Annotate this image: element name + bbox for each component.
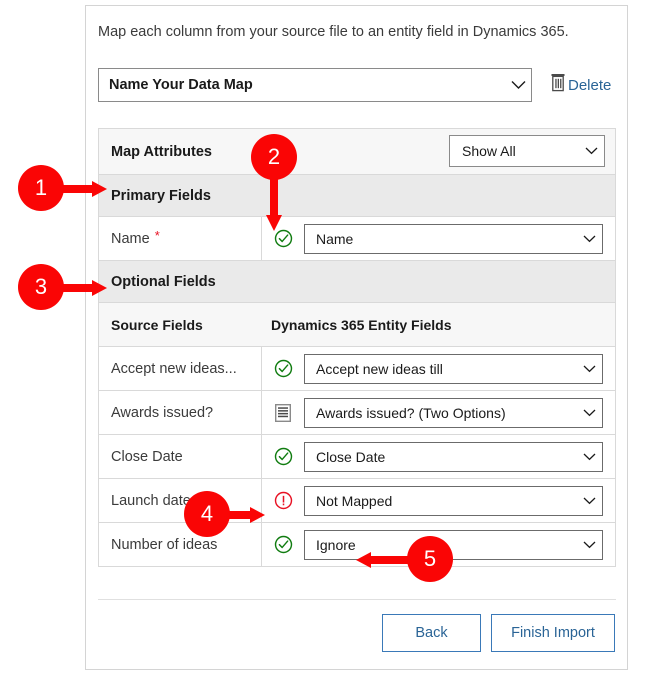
- intro-text: Map each column from your source file to…: [98, 24, 569, 40]
- source-field-name: Number of ideas: [111, 536, 218, 553]
- show-all-filter-value: Show All: [462, 143, 516, 159]
- data-map-name-value: Name Your Data Map: [109, 77, 253, 93]
- target-field-value: Close Date: [316, 448, 386, 465]
- column-header-target: Dynamics 365 Entity Fields: [271, 316, 452, 333]
- source-field-label: Awards issued?: [99, 391, 262, 434]
- back-button[interactable]: Back: [382, 614, 481, 652]
- footer-divider: [98, 599, 616, 600]
- dialog-footer: Back Finish Import: [382, 614, 615, 652]
- required-marker: *: [154, 228, 160, 243]
- map-attributes-label: Map Attributes: [111, 143, 212, 160]
- chevron-down-icon: [576, 541, 602, 549]
- table-row: Awards issued? Awards issued? (Two Option…: [99, 391, 615, 435]
- show-all-filter-select[interactable]: Show All: [449, 135, 605, 167]
- table-row: Name * Name: [99, 217, 615, 261]
- primary-fields-rows: Name * Name: [99, 217, 615, 261]
- table-row: Close Date Close Date: [99, 435, 615, 479]
- optional-fields-label: Optional Fields: [111, 273, 216, 290]
- annotation-arrow-5: [354, 551, 408, 569]
- target-field-value: Accept new ideas till: [316, 360, 443, 377]
- table-row: Launch date Not Mapped: [99, 479, 615, 523]
- target-field-select[interactable]: Not Mapped: [304, 485, 603, 516]
- column-header-row: Source Fields Dynamics 365 Entity Fields: [99, 303, 615, 347]
- source-field-label: Number of ideas: [99, 523, 262, 566]
- source-field-label: Accept new ideas...: [99, 347, 262, 390]
- target-field-value: Awards issued? (Two Options): [316, 404, 506, 421]
- annotation-badge-5: 5: [407, 536, 453, 582]
- target-field-value: Name: [316, 230, 354, 247]
- error-circle-icon: [262, 491, 304, 510]
- annotation-badge-2: 2: [251, 134, 297, 180]
- primary-fields-label: Primary Fields: [111, 187, 211, 204]
- delete-label: Delete: [568, 76, 612, 94]
- section-header-optional-fields: Optional Fields: [99, 261, 615, 303]
- source-field-name: Awards issued?: [111, 404, 214, 421]
- chevron-down-icon: [576, 235, 602, 243]
- finish-import-button[interactable]: Finish Import: [491, 614, 615, 652]
- chevron-down-icon: [578, 147, 604, 155]
- check-circle-icon: [262, 535, 304, 554]
- source-field-name: Launch date: [111, 492, 191, 509]
- map-attributes-header: Map Attributes Show All: [99, 129, 615, 175]
- delete-data-map-button[interactable]: Delete: [550, 73, 611, 97]
- list-options-icon: [262, 403, 304, 422]
- target-field-select[interactable]: Close Date: [304, 441, 603, 472]
- source-field-name: Name: [111, 230, 150, 247]
- target-field-select[interactable]: Accept new ideas till: [304, 353, 603, 384]
- source-field-name: Close Date: [111, 448, 183, 465]
- chevron-down-icon: [576, 453, 602, 461]
- check-circle-icon: [262, 359, 304, 378]
- source-field-name: Accept new ideas...: [111, 360, 237, 377]
- source-field-label: Close Date: [99, 435, 262, 478]
- data-map-name-select[interactable]: Name Your Data Map: [98, 68, 532, 102]
- data-map-name-row: Name Your Data Map Delete: [98, 68, 616, 102]
- table-row: Accept new ideas... Accept new ideas till: [99, 347, 615, 391]
- annotation-badge-4: 4: [184, 491, 230, 537]
- column-header-source: Source Fields: [111, 316, 203, 333]
- annotation-badge-3: 3: [18, 264, 64, 310]
- chevron-down-icon: [505, 80, 531, 90]
- target-field-select[interactable]: Ignore: [304, 529, 603, 560]
- annotation-badge-1: 1: [18, 165, 64, 211]
- field-mapping-table: Map Attributes Show All Primary Fields N…: [98, 128, 616, 567]
- chevron-down-icon: [576, 497, 602, 505]
- chevron-down-icon: [576, 365, 602, 373]
- check-circle-icon: [262, 447, 304, 466]
- target-field-select[interactable]: Name: [304, 223, 603, 254]
- source-field-label: Name *: [99, 217, 262, 260]
- optional-fields-rows: Accept new ideas... Accept new ideas till…: [99, 347, 615, 567]
- trash-icon: [550, 73, 567, 97]
- chevron-down-icon: [576, 409, 602, 417]
- data-map-dialog: Map each column from your source file to…: [85, 5, 628, 670]
- section-header-primary-fields: Primary Fields: [99, 175, 615, 217]
- target-field-select[interactable]: Awards issued? (Two Options): [304, 397, 603, 428]
- target-field-value: Not Mapped: [316, 492, 393, 509]
